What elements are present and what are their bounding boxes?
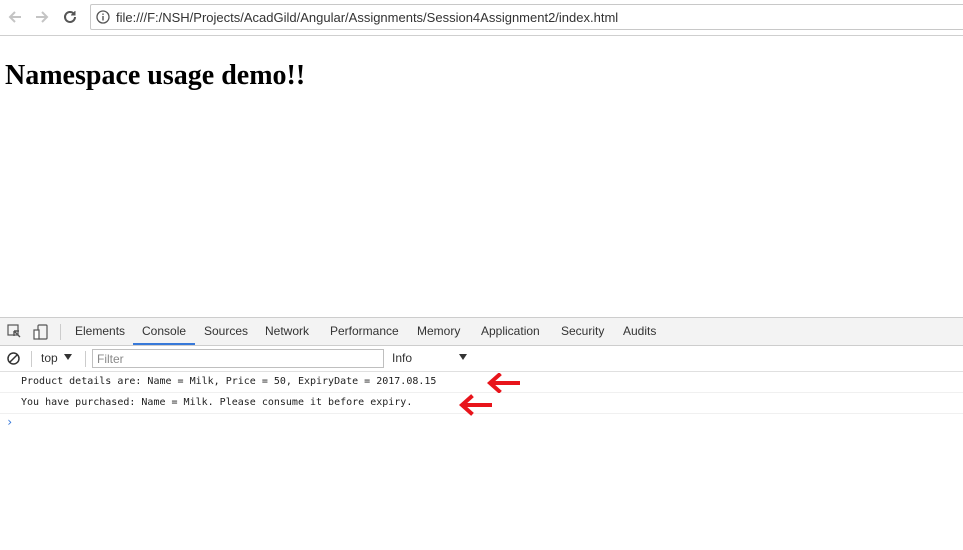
active-tab-indicator xyxy=(133,343,195,345)
page-title: Namespace usage demo!! xyxy=(5,60,306,91)
tab-application[interactable]: Application xyxy=(481,318,540,345)
filter-divider xyxy=(31,351,32,367)
browser-toolbar: file:///F:/NSH/Projects/AcadGild/Angular… xyxy=(0,0,963,36)
inspect-element-icon[interactable] xyxy=(7,324,22,339)
tab-memory[interactable]: Memory xyxy=(417,318,460,345)
console-message-text: Product details are: Name = Milk, Price … xyxy=(21,376,437,387)
arrow-right-icon xyxy=(36,11,49,23)
reload-button[interactable] xyxy=(59,6,81,28)
tab-performance[interactable]: Performance xyxy=(330,318,399,345)
console-filter-bar: top Info xyxy=(0,346,963,372)
back-button[interactable] xyxy=(4,6,26,28)
tab-audits[interactable]: Audits xyxy=(623,318,656,345)
annotation-arrow-icon xyxy=(458,394,492,416)
forward-button[interactable] xyxy=(31,6,53,28)
url-text: file:///F:/NSH/Projects/AcadGild/Angular… xyxy=(116,10,619,25)
tab-security[interactable]: Security xyxy=(561,318,604,345)
arrow-left-icon xyxy=(8,11,21,23)
devtools-panel: Elements Console Sources Network Perform… xyxy=(0,317,963,550)
tab-network[interactable]: Network xyxy=(265,318,309,345)
device-toolbar-icon[interactable] xyxy=(33,324,48,340)
context-selector[interactable]: top xyxy=(41,351,58,365)
address-bar[interactable]: file:///F:/NSH/Projects/AcadGild/Angular… xyxy=(90,4,963,30)
devtools-tab-bar: Elements Console Sources Network Perform… xyxy=(0,318,963,346)
chevron-down-icon[interactable] xyxy=(64,354,72,360)
toolbar-divider xyxy=(60,324,61,340)
reload-icon xyxy=(64,10,76,23)
tab-elements[interactable]: Elements xyxy=(75,318,125,345)
tab-console[interactable]: Console xyxy=(142,318,186,345)
clear-console-icon[interactable] xyxy=(7,352,20,365)
console-message: Product details are: Name = Milk, Price … xyxy=(0,372,963,393)
annotation-arrow-icon xyxy=(486,373,520,393)
filter-divider xyxy=(85,351,86,367)
info-icon[interactable] xyxy=(96,10,110,24)
chevron-down-icon[interactable] xyxy=(459,354,467,360)
log-level-selector[interactable]: Info xyxy=(392,351,412,365)
tab-sources[interactable]: Sources xyxy=(204,318,248,345)
filter-input[interactable] xyxy=(92,349,384,368)
console-prompt[interactable]: › xyxy=(6,415,13,429)
console-message-text: You have purchased: Name = Milk. Please … xyxy=(21,397,413,408)
